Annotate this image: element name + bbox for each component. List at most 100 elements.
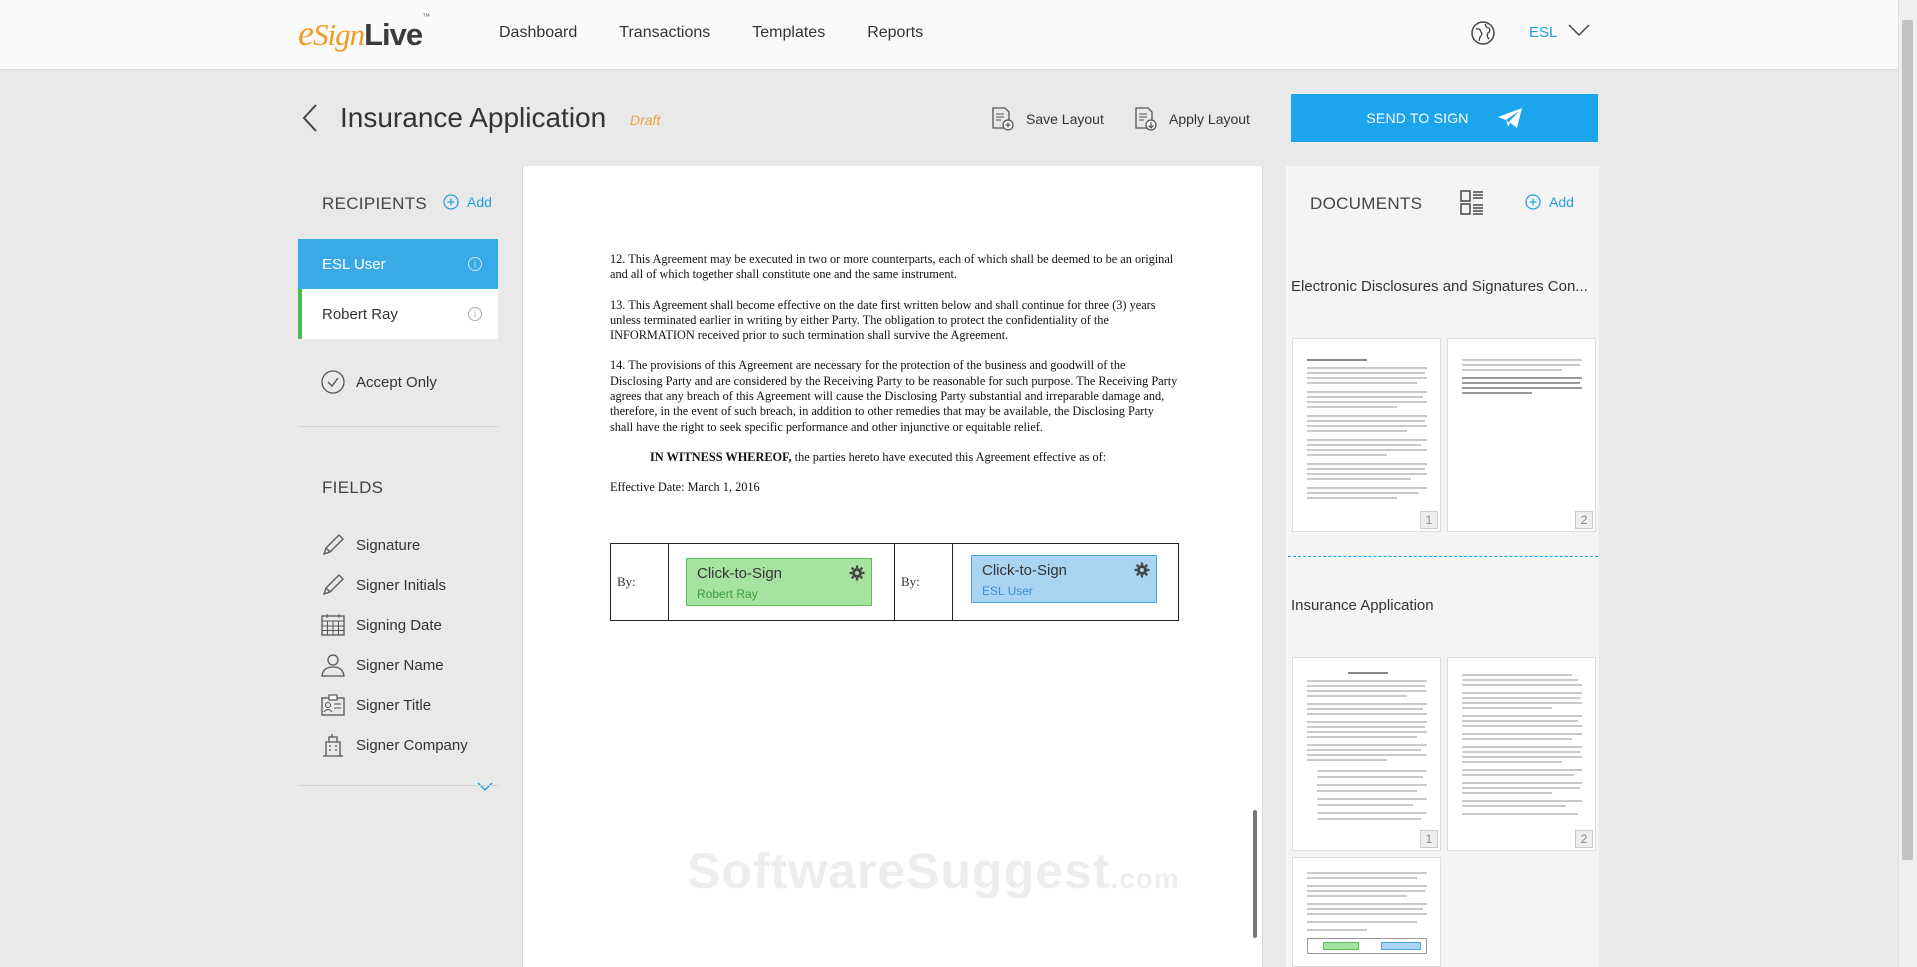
paper-plane-icon bbox=[1497, 108, 1522, 128]
field-label: Signing Date bbox=[356, 616, 442, 634]
page-thumbnail[interactable] bbox=[1292, 857, 1441, 967]
logo-tm: ™ bbox=[422, 12, 430, 21]
thumbnail-view-icon[interactable] bbox=[1460, 190, 1484, 216]
send-to-sign-label: SEND TO SIGN bbox=[1366, 110, 1469, 126]
by-label: By: bbox=[895, 544, 953, 620]
field-signer-title[interactable]: Signer Title bbox=[320, 692, 431, 718]
nav-templates[interactable]: Templates bbox=[752, 24, 825, 42]
chevron-down-icon[interactable] bbox=[1567, 20, 1591, 40]
esignlive-logo[interactable]: eSignLive™ bbox=[298, 12, 430, 54]
signature-cell: Click-to-Sign ESL User bbox=[953, 544, 1178, 620]
gear-icon[interactable] bbox=[1134, 562, 1150, 578]
signature-field-esl-user[interactable]: Click-to-Sign ESL User bbox=[971, 555, 1157, 603]
document-group-title: Electronic Disclosures and Signatures Co… bbox=[1291, 278, 1588, 295]
fields-title: FIELDS bbox=[322, 478, 384, 497]
recipient-name: Robert Ray bbox=[322, 305, 398, 323]
gear-icon[interactable] bbox=[849, 565, 865, 581]
signature-field-label: Click-to-Sign bbox=[982, 562, 1068, 579]
page-thumbnail[interactable]: 2 bbox=[1447, 338, 1596, 532]
pen-icon bbox=[322, 574, 344, 596]
recipient-name: ESL User bbox=[322, 255, 386, 273]
field-label: Signer Title bbox=[356, 696, 432, 714]
id-badge-icon bbox=[321, 694, 345, 716]
left-panel: RECIPIENTS Add ESL User i Robert Ray i A… bbox=[298, 166, 498, 967]
document-group-title: Insurance Application bbox=[1291, 597, 1434, 614]
language-selector[interactable]: ESL bbox=[1529, 24, 1557, 41]
page-scrollbar-thumb[interactable] bbox=[1902, 20, 1913, 860]
watermark-text: SoftwareSuggest bbox=[687, 843, 1111, 899]
page-number: 1 bbox=[1420, 830, 1438, 848]
field-signing-date[interactable]: Signing Date bbox=[320, 612, 442, 638]
check-circle-icon bbox=[321, 370, 345, 394]
recipient-esl-user[interactable]: ESL User i bbox=[298, 239, 498, 289]
field-signer-name[interactable]: Signer Name bbox=[320, 652, 444, 678]
globe-icon[interactable] bbox=[1470, 20, 1496, 46]
add-recipient-button[interactable]: Add bbox=[443, 194, 492, 210]
transaction-header: Insurance Application Draft Save Layout … bbox=[0, 70, 1898, 166]
user-icon bbox=[321, 654, 345, 677]
doc-paragraph: 12. This Agreement may be executed in tw… bbox=[610, 252, 1174, 282]
apply-layout-button[interactable]: Apply Layout bbox=[1133, 106, 1250, 132]
nav-dashboard[interactable]: Dashboard bbox=[499, 24, 577, 42]
divider bbox=[298, 426, 498, 427]
signature-field-label: Click-to-Sign bbox=[697, 565, 783, 582]
page-thumbnail[interactable]: 1 bbox=[1292, 338, 1441, 532]
accept-only-option[interactable]: Accept Only bbox=[320, 369, 437, 395]
info-icon[interactable]: i bbox=[468, 307, 482, 321]
field-label: Signer Name bbox=[356, 656, 444, 674]
send-to-sign-button[interactable]: SEND TO SIGN bbox=[1291, 94, 1598, 142]
document-scrollbar[interactable] bbox=[1253, 810, 1257, 938]
doc-paragraph: 13. This Agreement shall become effectiv… bbox=[610, 297, 1156, 343]
back-arrow-icon[interactable] bbox=[300, 102, 320, 134]
doc-effective-date: Effective Date: March 1, 2016 bbox=[610, 480, 760, 495]
field-label: Signer Initials bbox=[356, 576, 447, 594]
calendar-icon bbox=[321, 614, 345, 636]
by-label: By: bbox=[611, 544, 669, 620]
document-page: 12. This Agreement may be executed in tw… bbox=[610, 252, 1180, 511]
nav-transactions[interactable]: Transactions bbox=[619, 24, 710, 42]
field-label: Signature bbox=[356, 536, 421, 554]
page-number: 1 bbox=[1420, 511, 1438, 529]
doc-paragraph: 14. The provisions of this Agreement are… bbox=[610, 358, 1178, 434]
field-signer-company[interactable]: Signer Company bbox=[320, 732, 468, 758]
doc-witness-line: IN WITNESS WHEREOF, the parties hereto h… bbox=[610, 450, 1180, 465]
document-viewer[interactable]: 12. This Agreement may be executed in tw… bbox=[522, 166, 1263, 967]
plus-circle-icon bbox=[1525, 194, 1541, 210]
field-signer-initials[interactable]: Signer Initials bbox=[320, 572, 446, 598]
recipient-robert-ray[interactable]: Robert Ray i bbox=[298, 289, 498, 339]
page-thumbnail[interactable]: 1 bbox=[1292, 657, 1441, 851]
signature-field-robert-ray[interactable]: Click-to-Sign Robert Ray bbox=[686, 558, 872, 606]
save-layout-icon bbox=[992, 107, 1014, 131]
documents-title: DOCUMENTS bbox=[1310, 194, 1423, 213]
apply-layout-icon bbox=[1135, 107, 1157, 131]
signature-cell: Click-to-Sign Robert Ray bbox=[669, 544, 895, 620]
add-document-button[interactable]: Add bbox=[1525, 194, 1574, 210]
page-thumbnail[interactable]: 2 bbox=[1447, 657, 1596, 851]
field-label: Signer Company bbox=[356, 736, 468, 754]
top-navbar: eSignLive™ Dashboard Transactions Templa… bbox=[0, 0, 1898, 70]
save-layout-button[interactable]: Save Layout bbox=[990, 106, 1104, 132]
field-signature[interactable]: Signature bbox=[320, 532, 420, 558]
add-document-label: Add bbox=[1549, 194, 1574, 210]
watermark: SoftwareSuggest.com bbox=[687, 842, 1180, 900]
accept-only-label: Accept Only bbox=[356, 373, 437, 391]
main-nav: Dashboard Transactions Templates Reports bbox=[499, 24, 965, 42]
apply-layout-label: Apply Layout bbox=[1169, 111, 1250, 127]
signature-field-signer: ESL User bbox=[982, 584, 1033, 598]
save-layout-label: Save Layout bbox=[1026, 111, 1104, 127]
divider bbox=[298, 785, 498, 786]
status-badge: Draft bbox=[630, 112, 661, 128]
watermark-suffix: .com bbox=[1110, 863, 1180, 894]
info-icon[interactable]: i bbox=[468, 257, 482, 271]
add-recipient-label: Add bbox=[467, 194, 492, 210]
nav-reports[interactable]: Reports bbox=[867, 24, 923, 42]
page-number: 2 bbox=[1575, 511, 1593, 529]
pen-icon bbox=[322, 534, 344, 556]
logo-sign: Sign bbox=[312, 17, 365, 52]
documents-panel: DOCUMENTS Add Electronic Disclosures and… bbox=[1286, 166, 1599, 967]
chevron-down-icon[interactable] bbox=[476, 780, 494, 792]
page-title: Insurance Application bbox=[340, 102, 607, 133]
logo-e: e bbox=[298, 13, 314, 53]
witness-rest: the parties hereto have executed this Ag… bbox=[791, 449, 1107, 464]
signature-field-signer: Robert Ray bbox=[697, 587, 758, 601]
